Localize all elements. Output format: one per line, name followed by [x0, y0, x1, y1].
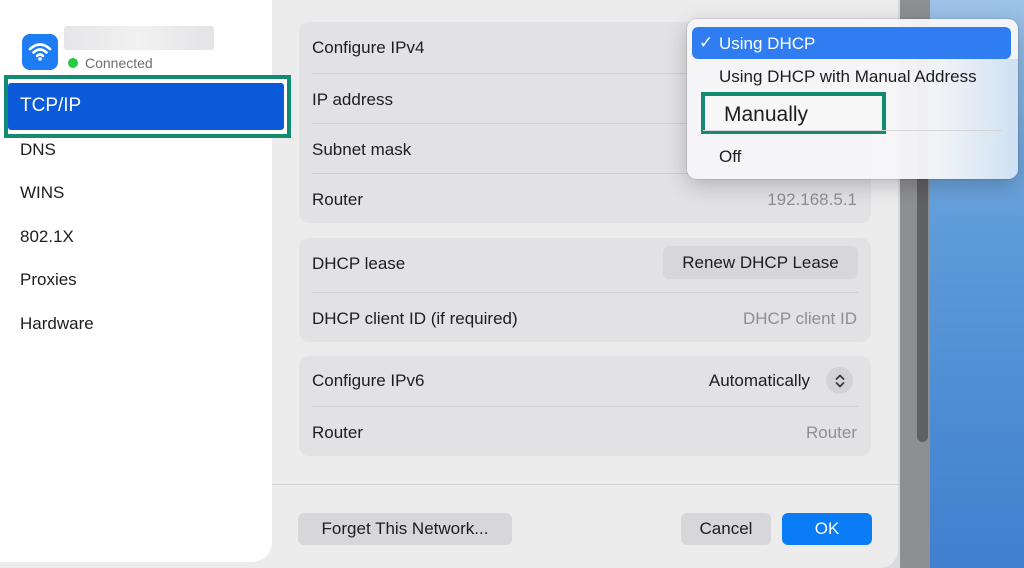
sidebar-item-hardware[interactable]: Hardware	[20, 314, 94, 334]
router-value: 192.168.5.1	[767, 190, 857, 209]
divider	[312, 292, 858, 293]
ipv6-router-label: Router	[312, 423, 364, 442]
sidebar-item-8021x[interactable]: 802.1X	[20, 227, 74, 247]
ip-address-label: IP address	[312, 90, 393, 109]
footer-divider	[272, 484, 898, 485]
status-dot-icon	[68, 58, 78, 68]
dhcp-lease-label: DHCP lease	[312, 254, 406, 273]
configure-ipv4-label: Configure IPv4	[312, 38, 425, 57]
router-row[interactable]: Router 192.168.5.1	[299, 174, 871, 224]
dhcp-client-id-field[interactable]: DHCP client ID	[743, 309, 857, 329]
ok-button[interactable]: OK	[782, 513, 872, 545]
menu-separator	[703, 130, 1002, 131]
subnet-mask-label: Subnet mask	[312, 140, 412, 159]
renew-dhcp-lease-button[interactable]: Renew DHCP Lease	[663, 246, 858, 279]
router-label: Router	[312, 190, 364, 209]
connection-status: Connected	[85, 55, 153, 71]
sidebar-item-proxies[interactable]: Proxies	[20, 270, 77, 290]
ipv6-router-field[interactable]: Router	[806, 423, 857, 443]
chevron-up-down-icon[interactable]	[826, 367, 853, 394]
sidebar: Connected TCP/IP DNS WINS 802.1X Proxies…	[0, 0, 291, 562]
forget-network-button[interactable]: Forget This Network...	[298, 513, 512, 545]
wifi-icon	[22, 34, 58, 70]
sidebar-item-dns[interactable]: DNS	[20, 140, 56, 160]
menu-item-off[interactable]: Off	[719, 147, 741, 167]
configure-ipv6-value[interactable]: Automatically	[709, 371, 810, 391]
configure-ipv6-label: Configure IPv6	[312, 371, 425, 390]
menu-item-label: Using DHCP	[719, 34, 816, 53]
sidebar-item-wins[interactable]: WINS	[20, 183, 64, 203]
configure-ipv4-menu: ✓ Using DHCP Using DHCP with Manual Addr…	[687, 19, 1018, 179]
menu-item-label: Manually	[724, 103, 809, 126]
ipv6-group: Configure IPv6 Automatically Router Rout…	[299, 356, 871, 456]
dhcp-group: DHCP lease Renew DHCP Lease DHCP client …	[299, 238, 871, 342]
divider	[312, 406, 858, 407]
checkmark-icon: ✓	[699, 33, 714, 52]
network-name-redacted	[64, 26, 214, 50]
dhcp-client-id-label: DHCP client ID (if required)	[312, 309, 518, 328]
sidebar-item-label: TCP/IP	[20, 95, 82, 116]
cancel-button[interactable]: Cancel	[681, 513, 771, 545]
menu-item-dhcp-manual[interactable]: Using DHCP with Manual Address	[719, 67, 977, 87]
